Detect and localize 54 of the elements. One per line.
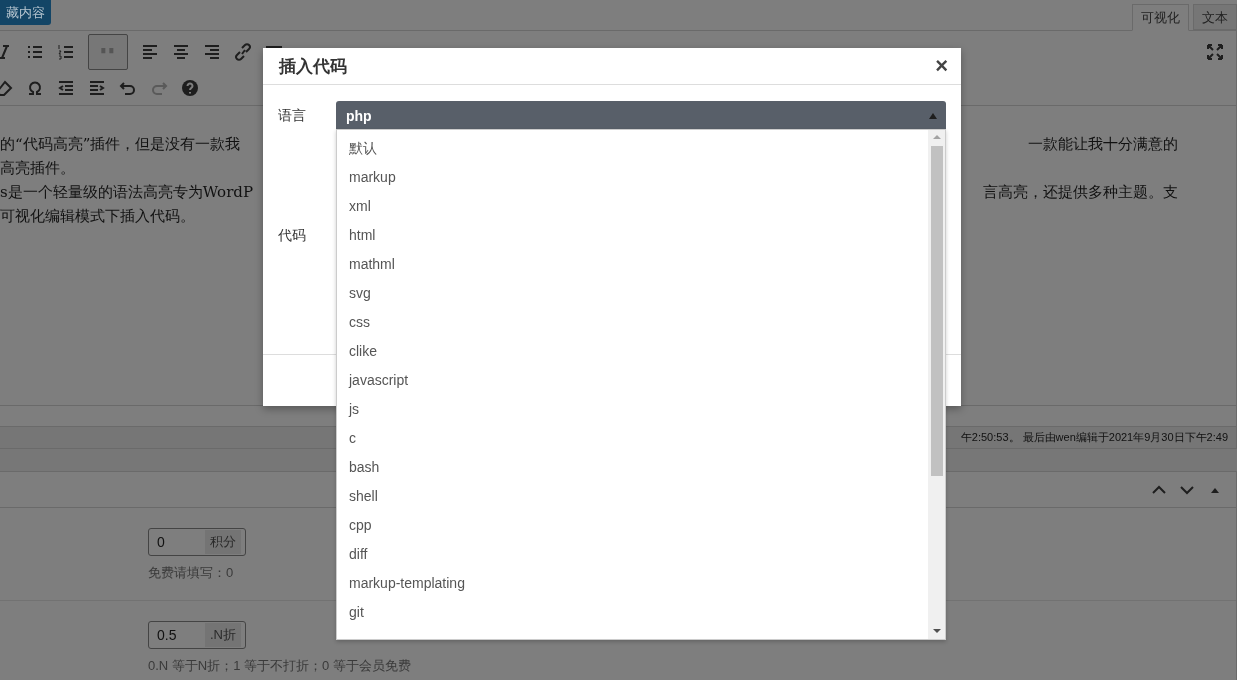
content-text: 的“代码高亮”插件，但是没有一款我 [0,134,241,155]
align-center-icon[interactable] [172,43,190,61]
dropdown-option[interactable]: 默认 [337,134,928,163]
content-text: s是一个轻量级的语法高亮专为WordP [0,182,253,203]
dropdown-option[interactable]: html [337,221,928,250]
dropdown-option[interactable]: xml [337,192,928,221]
indent-icon[interactable] [88,79,106,97]
dropdown-option[interactable]: markup [337,163,928,192]
link-icon[interactable] [234,43,252,61]
dropdown-option[interactable]: svg [337,279,928,308]
close-button[interactable]: × [935,55,948,77]
content-text: 高亮插件。 [0,158,75,179]
bullet-list-icon[interactable] [26,43,44,61]
dialog-title: 插入代码 [279,55,347,78]
eraser-icon[interactable] [0,79,13,97]
dropdown-option[interactable]: bash [337,453,928,482]
content-text: 可视化编辑模式下插入代码。 [0,206,195,227]
omega-icon[interactable] [26,79,44,97]
dropdown-option[interactable]: js [337,395,928,424]
scrollbar[interactable] [928,130,945,639]
caret-icon [928,111,938,120]
dropdown-option[interactable]: shell [337,482,928,511]
dropdown-option[interactable]: diff [337,540,928,569]
dropdown-option[interactable]: mathml [337,250,928,279]
align-right-icon[interactable] [203,43,221,61]
status-text: 午2:50:53。 最后由wen编辑于2021年9月30日下午2:49 [960,430,1228,445]
align-left-icon[interactable] [141,43,159,61]
dropdown-option[interactable]: c [337,424,928,453]
undo-icon[interactable] [119,79,137,97]
field-label: 代码 [278,227,306,243]
fullscreen-icon[interactable] [1206,43,1224,61]
outdent-icon[interactable] [57,79,75,97]
input-addon: 积分 [205,530,241,554]
number-input[interactable]: 0 积分 [148,528,246,556]
content-text: 一款能让我十分满意的 [1028,134,1178,155]
quote-icon[interactable] [88,34,128,70]
field-label: 语言 [278,106,307,125]
language-select[interactable]: php [336,101,946,130]
numbered-list-icon[interactable] [57,43,75,61]
dropdown-option[interactable]: javascript [337,366,928,395]
help-text: 免费请填写：0 [148,564,235,582]
dropdown-option[interactable]: cpp [337,511,928,540]
content-text: 言高亮，还提供多种主题。支 [983,182,1178,203]
editor-tab[interactable]: 可视化 [1132,4,1189,31]
editor-tab[interactable]: 文本 [1193,4,1237,30]
dropdown-option[interactable]: clike [337,337,928,366]
help-text: 0.N 等于N折；1 等于不打折；0 等于会员免费 [148,657,412,675]
number-input[interactable]: 0.5 .N折 [148,621,246,649]
dropdown-option[interactable]: css [337,308,928,337]
dropdown-option[interactable]: git [337,598,928,627]
hide-content-button[interactable]: 藏内容 [0,0,51,25]
input-addon: .N折 [205,623,241,647]
dropdown-option[interactable]: markup-templating [337,569,928,598]
help-icon[interactable] [181,79,199,97]
